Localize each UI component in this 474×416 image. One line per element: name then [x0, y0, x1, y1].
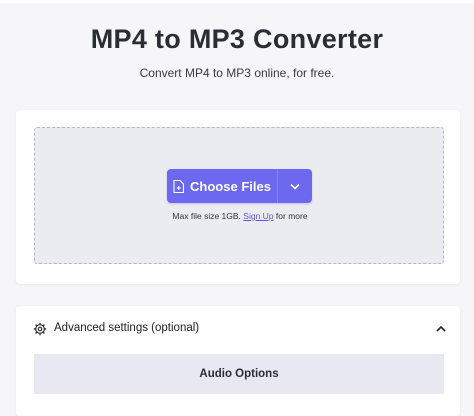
- audio-options-section: Audio Options: [34, 354, 444, 394]
- choose-files-label: Choose Files: [190, 178, 271, 194]
- sign-up-link[interactable]: Sign Up: [243, 211, 273, 221]
- advanced-settings-toggle[interactable]: Advanced settings (optional): [16, 318, 460, 340]
- advanced-settings-label: Advanced settings (optional): [54, 322, 200, 334]
- upload-card: Choose Files Max file size 1GB. Sign Up …: [16, 110, 460, 284]
- limit-suffix: for more: [275, 211, 308, 221]
- advanced-settings-card: Advanced settings (optional) Audio Optio…: [16, 306, 460, 416]
- page-subtitle: Convert MP4 to MP3 online, for free.: [139, 66, 335, 80]
- chevron-down-icon: [290, 183, 300, 190]
- chevron-up-icon[interactable]: [435, 324, 447, 334]
- choose-files-button-group: Choose Files: [167, 169, 312, 203]
- limit-prefix: Max file size 1GB.: [172, 211, 241, 221]
- file-dropzone[interactable]: Choose Files Max file size 1GB. Sign Up …: [34, 127, 444, 264]
- gear-icon: [33, 322, 47, 336]
- file-plus-icon: [173, 179, 185, 193]
- choose-files-button[interactable]: Choose Files: [167, 169, 277, 203]
- file-size-limit-text: Max file size 1GB. Sign Up for more: [35, 211, 445, 221]
- page-title: MP4 to MP3 Converter: [90, 24, 384, 54]
- audio-options-title: Audio Options: [199, 368, 279, 380]
- page-header: MP4 to MP3 Converter Convert MP4 to MP3 …: [0, 0, 474, 100]
- upload-source-dropdown-button[interactable]: [278, 169, 312, 203]
